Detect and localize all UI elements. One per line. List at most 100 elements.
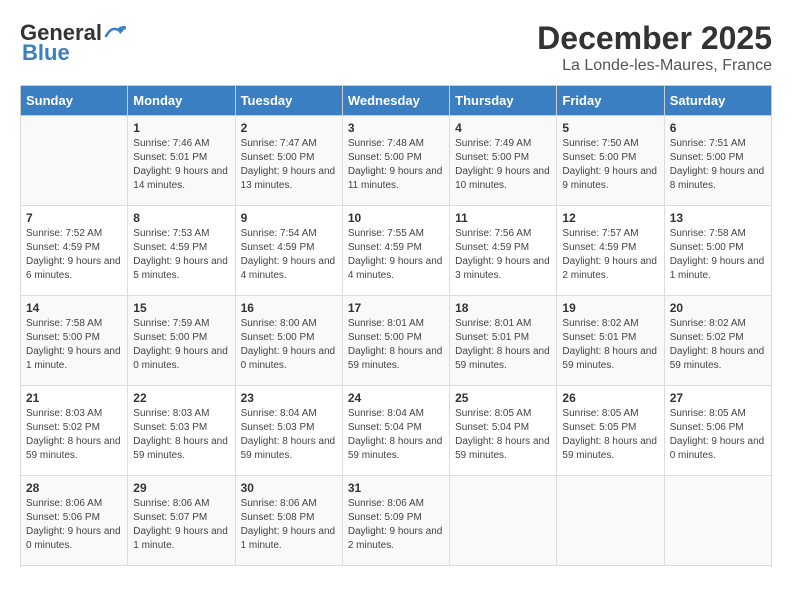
day-info: Sunrise: 7:59 AM Sunset: 5:00 PM Dayligh… [133,317,229,373]
day-number: 9 [241,211,337,225]
day-info: Sunrise: 7:46 AM Sunset: 5:01 PM Dayligh… [133,137,229,193]
day-info: Sunrise: 7:58 AM Sunset: 5:00 PM Dayligh… [26,317,122,373]
calendar-cell: 30 Sunrise: 8:06 AM Sunset: 5:08 PM Dayli… [235,476,342,566]
calendar-cell: 3Sunrise: 7:48 AM Sunset: 5:00 PM Daylig… [342,116,449,206]
day-number: 18 [455,301,551,315]
day-number: 21 [26,391,122,405]
calendar-cell: 16Sunrise: 8:00 AM Sunset: 5:00 PM Dayli… [235,296,342,386]
day-info: Sunrise: 8:06 AM Sunset: 5:09 PM Dayligh… [348,497,444,553]
header-sunday: Sunday [21,86,128,116]
day-number: 30 [241,481,337,495]
day-info: Sunrise: 8:06 AM Sunset: 5:07 PM Dayligh… [133,497,229,553]
calendar-table: SundayMondayTuesdayWednesdayThursdayFrid… [20,85,772,566]
header-saturday: Saturday [664,86,771,116]
calendar-week-row: 28 Sunrise: 8:06 AM Sunset: 5:06 PM Dayli… [21,476,772,566]
day-info: Sunrise: 7:47 AM Sunset: 5:00 PM Dayligh… [241,137,337,193]
day-info: Sunrise: 7:57 AM Sunset: 4:59 PM Dayligh… [562,227,658,283]
title-block: December 2025 La Londe-les-Maures, Franc… [537,20,772,75]
day-info: Sunrise: 8:02 AM Sunset: 5:02 PM Dayligh… [670,317,766,373]
page-header: General Blue December 2025 La Londe-les-… [20,20,772,75]
day-info: Sunrise: 8:03 AM Sunset: 5:03 PM Dayligh… [133,407,229,463]
day-info: Sunrise: 8:05 AM Sunset: 5:06 PM Dayligh… [670,407,766,463]
calendar-cell: 21 Sunrise: 8:03 AM Sunset: 5:02 PM Dayli… [21,386,128,476]
day-info: Sunrise: 8:06 AM Sunset: 5:08 PM Dayligh… [241,497,337,553]
day-number: 7 [26,211,122,225]
day-number: 23 [241,391,337,405]
calendar-cell: 4 Sunrise: 7:49 AM Sunset: 5:00 PM Daylig… [450,116,557,206]
calendar-cell: 7Sunrise: 7:52 AM Sunset: 4:59 PM Daylig… [21,206,128,296]
calendar-cell: 11 Sunrise: 7:56 AM Sunset: 4:59 PM Dayli… [450,206,557,296]
calendar-cell: 14 Sunrise: 7:58 AM Sunset: 5:00 PM Dayli… [21,296,128,386]
day-info: Sunrise: 8:03 AM Sunset: 5:02 PM Dayligh… [26,407,122,463]
day-info: Sunrise: 7:53 AM Sunset: 4:59 PM Dayligh… [133,227,229,283]
calendar-cell: 8 Sunrise: 7:53 AM Sunset: 4:59 PM Daylig… [128,206,235,296]
calendar-cell: 29Sunrise: 8:06 AM Sunset: 5:07 PM Dayli… [128,476,235,566]
day-info: Sunrise: 8:04 AM Sunset: 5:04 PM Dayligh… [348,407,444,463]
calendar-cell: 5 Sunrise: 7:50 AM Sunset: 5:00 PM Daylig… [557,116,664,206]
day-number: 28 [26,481,122,495]
day-info: Sunrise: 8:06 AM Sunset: 5:06 PM Dayligh… [26,497,122,553]
header-monday: Monday [128,86,235,116]
day-number: 26 [562,391,658,405]
header-thursday: Thursday [450,86,557,116]
calendar-cell [450,476,557,566]
day-number: 6 [670,121,766,135]
calendar-cell: 20 Sunrise: 8:02 AM Sunset: 5:02 PM Dayli… [664,296,771,386]
calendar-cell [21,116,128,206]
day-info: Sunrise: 7:56 AM Sunset: 4:59 PM Dayligh… [455,227,551,283]
day-number: 15 [133,301,229,315]
logo-bird-icon [104,24,126,40]
day-number: 12 [562,211,658,225]
calendar-week-row: 1Sunrise: 7:46 AM Sunset: 5:01 PM Daylig… [21,116,772,206]
calendar-cell: 17 Sunrise: 8:01 AM Sunset: 5:00 PM Dayli… [342,296,449,386]
calendar-cell: 22 Sunrise: 8:03 AM Sunset: 5:03 PM Dayli… [128,386,235,476]
day-info: Sunrise: 8:01 AM Sunset: 5:00 PM Dayligh… [348,317,444,373]
day-info: Sunrise: 7:50 AM Sunset: 5:00 PM Dayligh… [562,137,658,193]
day-info: Sunrise: 7:48 AM Sunset: 5:00 PM Dayligh… [348,137,444,193]
calendar-header-row: SundayMondayTuesdayWednesdayThursdayFrid… [21,86,772,116]
subtitle: La Londe-les-Maures, France [537,57,772,75]
day-number: 14 [26,301,122,315]
calendar-cell: 31 Sunrise: 8:06 AM Sunset: 5:09 PM Dayli… [342,476,449,566]
calendar-cell: 2 Sunrise: 7:47 AM Sunset: 5:00 PM Daylig… [235,116,342,206]
header-friday: Friday [557,86,664,116]
day-number: 17 [348,301,444,315]
day-info: Sunrise: 7:55 AM Sunset: 4:59 PM Dayligh… [348,227,444,283]
calendar-cell: 27 Sunrise: 8:05 AM Sunset: 5:06 PM Dayli… [664,386,771,476]
day-number: 27 [670,391,766,405]
calendar-cell: 19 Sunrise: 8:02 AM Sunset: 5:01 PM Dayli… [557,296,664,386]
day-info: Sunrise: 7:51 AM Sunset: 5:00 PM Dayligh… [670,137,766,193]
calendar-cell: 15 Sunrise: 7:59 AM Sunset: 5:00 PM Dayli… [128,296,235,386]
calendar-cell: 9 Sunrise: 7:54 AM Sunset: 4:59 PM Daylig… [235,206,342,296]
day-number: 2 [241,121,337,135]
day-number: 5 [562,121,658,135]
day-info: Sunrise: 7:49 AM Sunset: 5:00 PM Dayligh… [455,137,551,193]
day-number: 31 [348,481,444,495]
calendar-cell [557,476,664,566]
calendar-cell: 25Sunrise: 8:05 AM Sunset: 5:04 PM Dayli… [450,386,557,476]
logo-blue: Blue [22,40,70,66]
calendar-cell: 12 Sunrise: 7:57 AM Sunset: 4:59 PM Dayli… [557,206,664,296]
header-tuesday: Tuesday [235,86,342,116]
calendar-cell: 13 Sunrise: 7:58 AM Sunset: 5:00 PM Dayli… [664,206,771,296]
day-number: 4 [455,121,551,135]
calendar-cell: 26Sunrise: 8:05 AM Sunset: 5:05 PM Dayli… [557,386,664,476]
day-number: 16 [241,301,337,315]
calendar-cell [664,476,771,566]
day-info: Sunrise: 7:54 AM Sunset: 4:59 PM Dayligh… [241,227,337,283]
day-info: Sunrise: 7:58 AM Sunset: 5:00 PM Dayligh… [670,227,766,283]
calendar-week-row: 21 Sunrise: 8:03 AM Sunset: 5:02 PM Dayli… [21,386,772,476]
day-info: Sunrise: 8:04 AM Sunset: 5:03 PM Dayligh… [241,407,337,463]
day-info: Sunrise: 8:01 AM Sunset: 5:01 PM Dayligh… [455,317,551,373]
day-info: Sunrise: 8:02 AM Sunset: 5:01 PM Dayligh… [562,317,658,373]
day-number: 11 [455,211,551,225]
calendar-week-row: 14 Sunrise: 7:58 AM Sunset: 5:00 PM Dayli… [21,296,772,386]
day-number: 8 [133,211,229,225]
logo: General Blue [20,20,126,66]
day-number: 22 [133,391,229,405]
calendar-cell: 24Sunrise: 8:04 AM Sunset: 5:04 PM Dayli… [342,386,449,476]
day-number: 20 [670,301,766,315]
main-title: December 2025 [537,20,772,57]
day-number: 19 [562,301,658,315]
day-number: 13 [670,211,766,225]
